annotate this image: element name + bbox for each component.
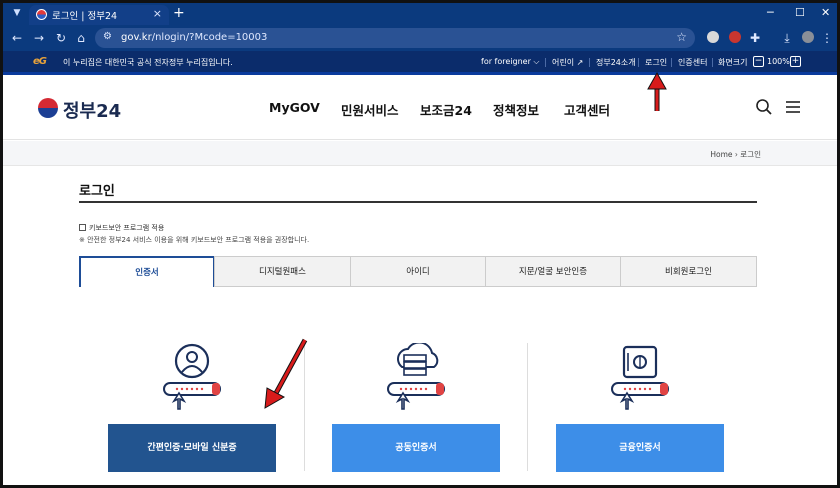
util-label-screen-size: 화면크기 [718, 58, 748, 67]
util-separator [712, 58, 713, 67]
keyboard-security-checkbox[interactable] [79, 224, 86, 231]
safe-vault-icon [611, 345, 669, 410]
util-link-cert-center[interactable]: 인증센터 [678, 57, 707, 68]
tab-digital-onepass[interactable]: 디지털원패스 [214, 256, 351, 287]
official-site-notice: 이 누리집은 대한민국 공식 전자정부 누리집입니다. [63, 58, 233, 67]
financial-certificate-button[interactable]: 금융인증서 [556, 424, 724, 472]
tab-id[interactable]: 아이디 [350, 256, 486, 287]
new-tab-button[interactable]: + [173, 5, 185, 21]
util-separator [671, 58, 672, 67]
tab-search-chevron-icon[interactable]: ▼ [9, 6, 25, 20]
url-text[interactable]: gov.kr/nlogin/?Mcode=10003 [121, 32, 267, 43]
taegeuk-favicon-icon [36, 9, 47, 20]
title-underline [79, 201, 757, 203]
nav-subsidy24[interactable]: 보조금24 [420, 100, 472, 119]
search-icon[interactable] [755, 98, 773, 116]
reload-icon[interactable]: ↻ [53, 30, 69, 46]
cloud-server-icon [387, 343, 445, 410]
breadcrumb-home[interactable]: Home [710, 150, 732, 159]
util-link-foreigner[interactable]: for foreigner ⌵ [481, 57, 539, 67]
site-settings-icon[interactable]: ⚙ [103, 31, 112, 42]
browser-menu-icon[interactable]: ⋮ [819, 30, 835, 46]
tab-close-icon[interactable]: × [153, 7, 162, 20]
keyboard-security-note: ※ 안전한 정부24 서비스 이용을 위해 키보드보안 프로그램 적용을 권장합… [79, 236, 310, 244]
browser-toolbar: ← → ↻ ⌂ ⚙ gov.kr/nlogin/?Mcode=10003 ☆ ✚… [3, 25, 837, 51]
extensions-puzzle-icon[interactable]: ✚ [747, 30, 763, 46]
breadcrumb-band: Home › 로그인 [3, 141, 837, 166]
nav-customer-center[interactable]: 고객센터 [564, 100, 610, 119]
tab-guest-login[interactable]: 비회원로그인 [620, 256, 757, 287]
browser-tab-strip: ▼ 로그인 | 정부24 × + ─ ☐ ✕ [3, 3, 837, 25]
forward-arrow-icon[interactable]: → [31, 30, 47, 46]
profile-avatar[interactable] [802, 31, 814, 43]
egov-emblem-icon: eG [33, 56, 47, 67]
bookmark-star-icon[interactable]: ☆ [676, 30, 687, 44]
site-header: 정부24 MyGOV 민원서비스 보조금24 정책정보 고객센터 [3, 78, 837, 140]
column-divider [304, 343, 305, 471]
address-bar[interactable]: ⚙ gov.kr/nlogin/?Mcode=10003 ☆ [95, 28, 695, 48]
page-title: 로그인 [79, 184, 115, 199]
annotation-arrow-diagonal [264, 338, 308, 409]
tab-title: 로그인 | 정부24 [52, 11, 118, 22]
nav-policy-info[interactable]: 정책정보 [493, 100, 539, 119]
keyboard-security-label: 키보드보안 프로그램 적용 [89, 224, 165, 232]
simple-auth-mobile-id-button[interactable]: 간편인증·모바일 신분증 [108, 424, 276, 472]
taegeuk-logo-icon[interactable] [38, 98, 58, 118]
home-icon[interactable]: ⌂ [73, 30, 89, 46]
util-link-about[interactable]: 정부24소개 [596, 57, 636, 68]
maximize-button[interactable]: ☐ [795, 6, 805, 20]
minimize-button[interactable]: ─ [767, 6, 774, 20]
keyboard-security-option[interactable]: 키보드보안 프로그램 적용 [79, 223, 164, 233]
joint-certificate-button[interactable]: 공동인증서 [332, 424, 500, 472]
util-link-login[interactable]: 로그인 [645, 57, 667, 68]
column-divider [527, 343, 528, 471]
zoom-in-button[interactable]: + [790, 56, 801, 67]
login-method-tabs: 인증서 디지털원패스 아이디 지문/얼굴 보안인증 비회원로그인 [79, 256, 757, 287]
back-arrow-icon[interactable]: ← [9, 30, 25, 46]
util-link-kids[interactable]: 어린이 ↗ [552, 57, 583, 68]
site-logo-text[interactable]: 정부24 [63, 97, 121, 123]
zoom-level: 100% [767, 57, 790, 66]
extension-red-icon[interactable] [729, 31, 741, 43]
util-separator [638, 58, 639, 67]
tab-biometric[interactable]: 지문/얼굴 보안인증 [485, 256, 621, 287]
simple-auth-person-icon [163, 343, 221, 410]
gov-official-banner: eG 이 누리집은 대한민국 공식 전자정부 누리집입니다. for forei… [3, 51, 837, 75]
breadcrumb-current: 로그인 [740, 150, 761, 159]
breadcrumb: Home › 로그인 [710, 149, 761, 160]
browser-tab[interactable]: 로그인 | 정부24 × [29, 5, 169, 25]
screenshot-frame: ▼ 로그인 | 정부24 × + ─ ☐ ✕ ← → ↻ ⌂ ⚙ gov.kr/… [0, 0, 840, 488]
nav-mygov[interactable]: MyGOV [269, 100, 320, 115]
zoom-out-button[interactable]: − [753, 56, 764, 67]
nav-civil-services[interactable]: 민원서비스 [341, 100, 399, 119]
tab-certificate[interactable]: 인증서 [79, 256, 215, 287]
download-icon[interactable]: ⤓ [779, 30, 795, 46]
util-separator [589, 58, 590, 67]
util-separator [545, 58, 546, 67]
close-window-button[interactable]: ✕ [821, 6, 830, 20]
hamburger-menu-icon[interactable] [784, 98, 802, 116]
extension-circle-icon[interactable] [707, 31, 719, 43]
